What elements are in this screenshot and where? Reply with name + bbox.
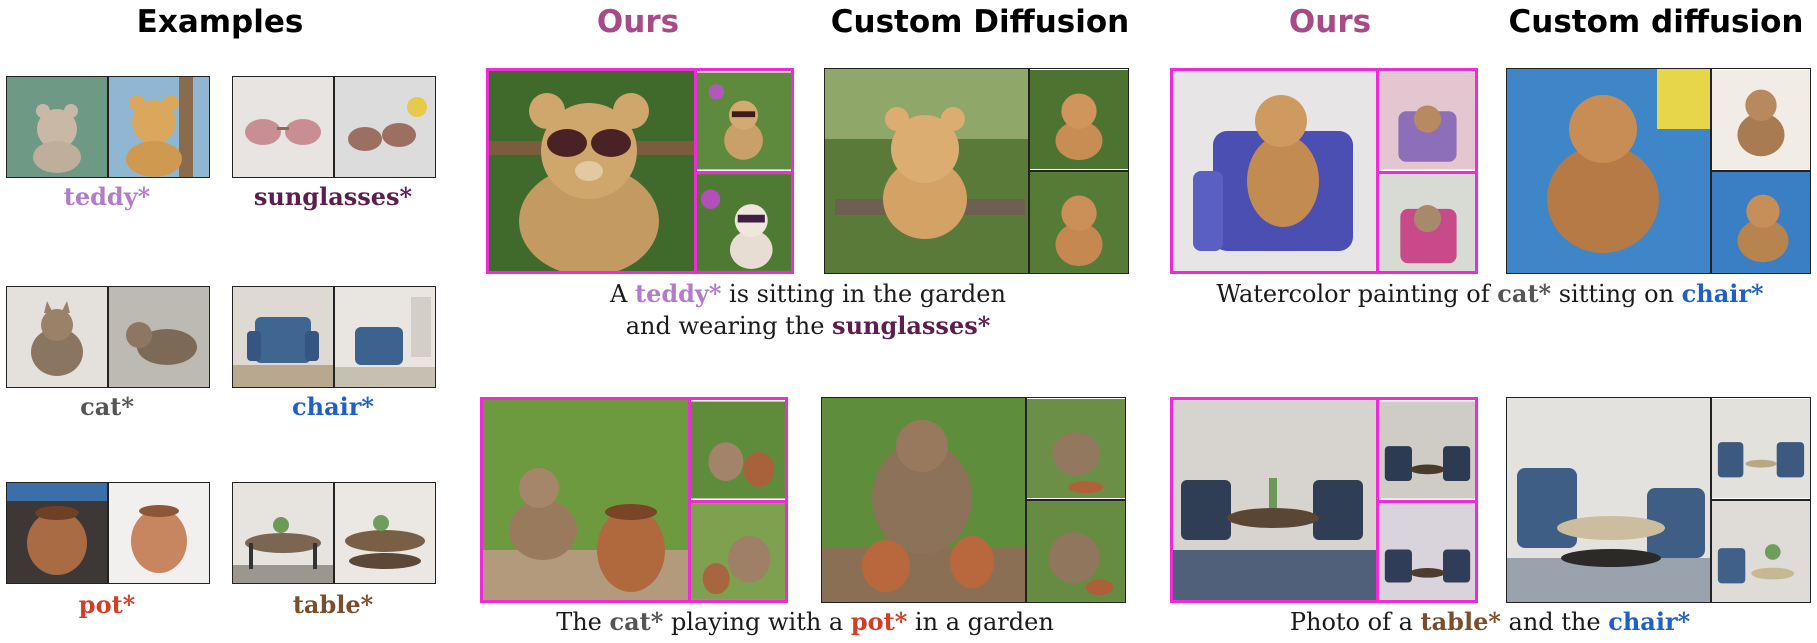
teddy-example-images (6, 76, 210, 178)
ours-table-chair-main-image (1173, 400, 1376, 600)
ours-cat-chair-small-image-1 (1376, 71, 1475, 171)
cat-label: cat* (80, 392, 134, 421)
teddy-photo-2 (107, 77, 209, 177)
chair-photo-1 (233, 287, 333, 387)
teddy-label: teddy* (63, 182, 151, 211)
custom-diffusion-cat-chair-watercolor-result (1506, 68, 1811, 274)
custom-teddy-small-image-1 (1028, 69, 1128, 170)
caption-table-chair: Photo of a table* and the chair* (1289, 607, 1691, 636)
custom-diffusion-header-right: Custom diffusion (1508, 4, 1804, 40)
ours-teddy-small-image-1 (694, 71, 791, 171)
sunglasses-example-images (232, 76, 436, 178)
caption-cat-chair-watercolor: Watercolor painting of cat* sitting on c… (1216, 279, 1764, 308)
chair-label: chair* (292, 392, 374, 421)
table-photo-2 (333, 483, 435, 583)
ours-header-right: Ours (1288, 4, 1372, 40)
chair-example-images (232, 286, 436, 388)
ours-teddy-sunglasses-result (486, 68, 794, 274)
sunglasses-photo-2 (333, 77, 435, 177)
custom-table-chair-main-image (1507, 398, 1710, 602)
ours-table-chair-result (1170, 397, 1478, 603)
examples-header: Examples (136, 4, 304, 40)
pot-photo-1 (7, 483, 107, 583)
pot-example-images (6, 482, 210, 584)
custom-cat-chair-small-image-1 (1710, 69, 1810, 170)
ours-cat-pot-main-image (483, 400, 688, 600)
ours-cat-pot-small-image-2 (688, 500, 785, 600)
custom-teddy-main-image (825, 69, 1028, 273)
custom-diffusion-table-chair-result (1506, 397, 1811, 603)
cat-photo-1 (7, 287, 107, 387)
ours-cat-chair-watercolor-result (1170, 68, 1478, 274)
custom-cat-pot-small-image-2 (1025, 499, 1125, 602)
ours-cat-pot-small-image-1 (688, 400, 785, 500)
ours-cat-chair-small-image-2 (1376, 171, 1475, 271)
table-photo-1 (233, 483, 333, 583)
teddy-photo-1 (7, 77, 107, 177)
custom-cat-chair-main-image (1507, 69, 1710, 273)
sunglasses-label: sunglasses* (253, 182, 413, 211)
ours-teddy-main-image (489, 71, 694, 271)
custom-cat-chair-small-image-2 (1710, 170, 1810, 273)
custom-diffusion-cat-pot-result (821, 397, 1126, 603)
ours-cat-chair-main-image (1173, 71, 1376, 271)
custom-diffusion-teddy-sunglasses-result (824, 68, 1129, 274)
custom-diffusion-header-left: Custom Diffusion (830, 4, 1130, 40)
custom-table-chair-small-image-2 (1710, 499, 1810, 602)
ours-cat-pot-result (480, 397, 788, 603)
caption-cat-pot: The cat* playing with a pot* in a garden (556, 607, 1054, 636)
custom-cat-pot-main-image (822, 398, 1025, 602)
ours-table-chair-small-image-1 (1376, 400, 1475, 500)
custom-teddy-small-image-2 (1028, 170, 1128, 273)
cat-example-images (6, 286, 210, 388)
custom-table-chair-small-image-1 (1710, 398, 1810, 499)
sunglasses-photo-1 (233, 77, 333, 177)
caption-teddy-sunglasses: A teddy* is sitting in the garden and we… (610, 279, 1006, 340)
table-label: table* (292, 590, 374, 619)
pot-photo-2 (107, 483, 209, 583)
chair-photo-2 (333, 287, 435, 387)
cat-photo-2 (107, 287, 209, 387)
pot-label: pot* (78, 590, 136, 619)
table-example-images (232, 482, 436, 584)
custom-cat-pot-small-image-1 (1025, 398, 1125, 499)
ours-table-chair-small-image-2 (1376, 500, 1475, 600)
ours-header-left: Ours (596, 4, 680, 40)
ours-teddy-small-image-2 (694, 171, 791, 271)
